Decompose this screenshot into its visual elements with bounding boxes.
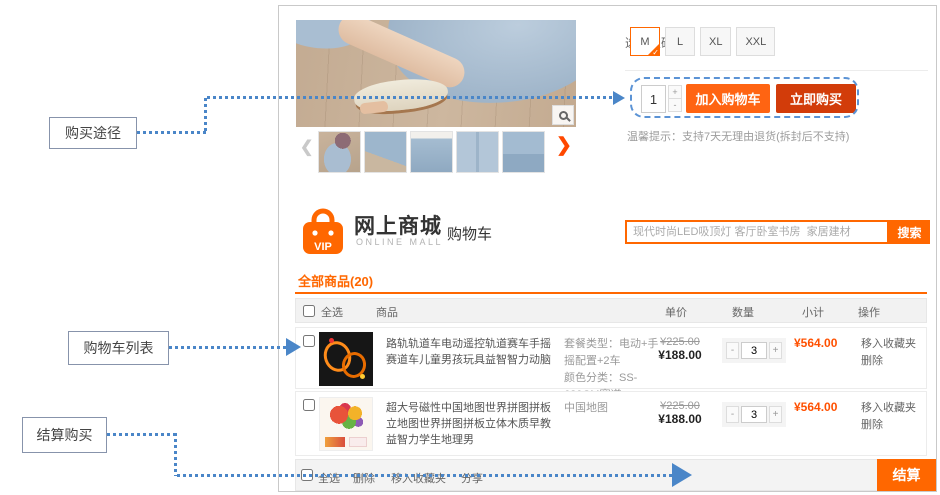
table-header: 全选 商品 单价 数量 小计 操作 <box>295 298 927 323</box>
product-image-track-toy[interactable] <box>319 332 373 386</box>
increase-button[interactable]: + <box>769 406 782 423</box>
current-price: ¥188.00 <box>654 348 706 362</box>
map-mini <box>325 437 345 447</box>
original-price: ¥225.00 <box>654 400 706 412</box>
subtotal-value: ¥564.00 <box>794 400 837 414</box>
purchase-path-connector <box>137 131 207 134</box>
cart-list-connector <box>169 346 287 349</box>
row-checkbox[interactable] <box>303 335 315 347</box>
current-price: ¥188.00 <box>654 412 706 426</box>
prev-thumbnail-icon[interactable]: ❮ <box>300 140 313 156</box>
map-shape <box>327 402 367 434</box>
thumbnail-strip <box>318 131 545 173</box>
checkout-connector <box>174 433 177 476</box>
purchase-path-highlight <box>630 77 859 118</box>
search-input[interactable] <box>625 220 889 244</box>
thumbnail-2[interactable] <box>364 131 407 173</box>
size-chip-xl[interactable]: XL <box>700 27 731 56</box>
col-select-all[interactable]: 全选 <box>321 304 343 320</box>
checkout-connector <box>177 474 674 477</box>
col-actions: 操作 <box>858 304 880 320</box>
col-product: 商品 <box>376 304 398 320</box>
checkout-button[interactable]: 结算 <box>877 459 936 491</box>
purchase-path-connector <box>207 96 613 99</box>
delete-link[interactable]: 删除 <box>861 353 916 370</box>
image-zoom-button[interactable] <box>552 105 574 125</box>
move-to-favorites-link[interactable]: 移入收藏夹 <box>861 400 916 417</box>
thumbnail-4[interactable] <box>456 131 499 173</box>
next-thumbnail-icon[interactable]: ❯ <box>556 136 572 155</box>
row-actions: 移入收藏夹 删除 <box>861 336 916 370</box>
price-cell: ¥225.00 ¥188.00 <box>654 400 706 426</box>
decrease-button[interactable]: - <box>726 342 739 359</box>
decrease-button[interactable]: - <box>726 406 739 423</box>
callout-cart-list: 购物车列表 <box>68 331 169 365</box>
footer-share-link[interactable]: 分享 <box>461 470 483 486</box>
checkout-arrow-icon <box>672 463 692 487</box>
thumbnail-5[interactable] <box>502 131 545 173</box>
size-chip-xxl[interactable]: XXL <box>736 27 775 56</box>
select-all-checkbox[interactable] <box>303 305 315 317</box>
divider <box>625 70 928 71</box>
tab-all-items[interactable]: 全部商品(20) <box>298 271 373 290</box>
map-mini <box>349 437 367 447</box>
size-chip-m[interactable]: M <box>630 27 660 56</box>
row-checkbox[interactable] <box>303 399 315 411</box>
search-button[interactable]: 搜索 <box>889 220 930 244</box>
product-main-image[interactable] <box>296 20 576 127</box>
move-to-favorites-link[interactable]: 移入收藏夹 <box>861 336 916 353</box>
col-unit-price: 单价 <box>665 304 687 320</box>
tab-underline <box>295 292 927 294</box>
footer-delete-link[interactable]: 删除 <box>353 470 375 486</box>
cart-list-arrow-icon <box>286 338 301 356</box>
size-options: M L XL XXL <box>630 27 775 56</box>
vip-bag-logo-icon: VIP <box>299 206 347 256</box>
subtotal-value: ¥564.00 <box>794 336 837 350</box>
site-subtitle: ONLINE MALL <box>356 237 443 247</box>
page-title: 购物车 <box>447 223 492 244</box>
row-quantity-input[interactable] <box>741 342 767 359</box>
callout-purchase-path: 购买途径 <box>49 117 137 149</box>
thumbnail-3[interactable] <box>410 131 453 173</box>
cart-row-2: 超大号磁性中国地图世界拼图拼板立地图世界拼图拼板立体木质早教益智力学生地理男 中… <box>295 391 927 456</box>
product-title[interactable]: 超大号磁性中国地图世界拼图拼板立地图世界拼图拼板立体木质早教益智力学生地理男 <box>386 400 561 448</box>
col-quantity: 数量 <box>732 304 754 320</box>
original-price: ¥225.00 <box>654 336 706 348</box>
site-title: 网上商城 <box>354 210 442 240</box>
callout-checkout: 结算购买 <box>22 417 107 453</box>
purchase-path-connector <box>204 98 207 134</box>
delete-link[interactable]: 删除 <box>861 417 916 434</box>
increase-button[interactable]: + <box>769 342 782 359</box>
cart-row-1: 路轨轨道车电动遥控轨道赛车手摇赛道车儿童男孩玩具益智智力动脑 套餐类型：电动+手… <box>295 327 927 389</box>
track-dot <box>360 374 365 379</box>
size-chip-l[interactable]: L <box>665 27 695 56</box>
row-quantity-input[interactable] <box>741 406 767 423</box>
page: ❮ ❯ 选择尺码： M L XL XXL + - 加入购物车 立即购买 温馨提示… <box>0 0 940 495</box>
product-image-map-puzzle[interactable] <box>319 397 373 451</box>
svg-text:VIP: VIP <box>314 241 332 253</box>
price-cell: ¥225.00 ¥188.00 <box>654 336 706 362</box>
row-actions: 移入收藏夹 删除 <box>861 400 916 434</box>
return-policy-tip: 温馨提示：支持7天无理由退货(拆封后不支持) <box>627 128 849 144</box>
product-title[interactable]: 路轨轨道车电动遥控轨道赛车手摇赛道车儿童男孩玩具益智智力动脑 <box>386 336 561 368</box>
row-quantity-stepper: - + <box>722 402 786 427</box>
magnifier-icon <box>559 111 568 120</box>
thumbnail-1[interactable] <box>318 131 361 173</box>
toes-shape <box>360 101 389 115</box>
footer-move-favorites-link[interactable]: 移入收藏夹 <box>391 470 446 486</box>
purchase-path-arrow-icon <box>613 91 625 105</box>
row-quantity-stepper: - + <box>722 338 786 363</box>
footer-select-all-link[interactable]: 全选 <box>318 470 340 486</box>
checkout-connector <box>107 433 177 436</box>
col-subtotal: 小计 <box>802 304 824 320</box>
track-dot <box>329 338 334 343</box>
